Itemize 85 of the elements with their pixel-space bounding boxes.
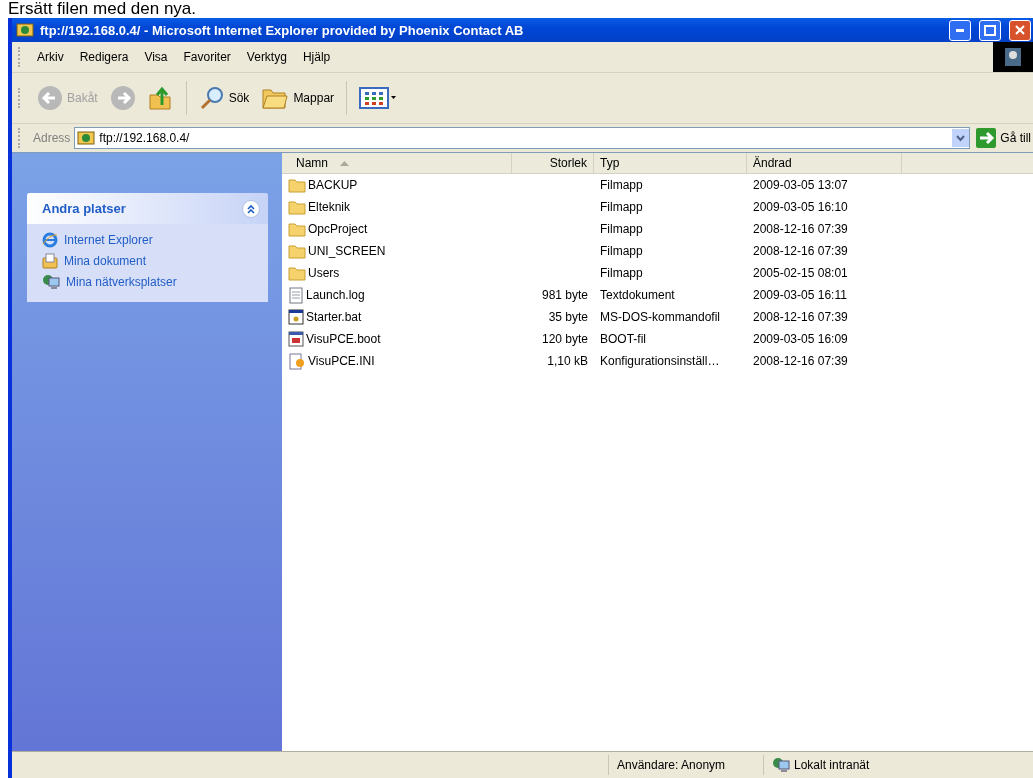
e-globe-icon [42,232,58,248]
type-cell-text: MS-DOS-kommandofil [599,310,722,324]
size-cell-text: 1,10 kB [546,354,589,368]
folders-icon [261,86,290,110]
folder-icon [288,265,306,281]
file-name[interactable]: Launch.log [282,286,512,304]
size-cell-text: 35 byte [547,310,589,324]
size-cell-text: 120 byte [540,332,589,346]
window-file-icon [288,331,304,347]
menu-item[interactable]: Visa [136,50,176,64]
date-cell-text: 2009-03-05 16:11 [752,288,848,302]
globe-folder-icon [77,130,96,146]
window-file-icon [288,309,304,325]
search-icon [198,85,225,111]
column-header[interactable]: Typ [594,153,747,173]
user-status: Användare: Anonym [608,755,763,775]
folder-icon [288,199,306,215]
type-cell-text: Konfigurationsinställ… [599,354,721,368]
file-name[interactable]: UNI_SCREEN [282,243,512,259]
menu-item[interactable]: Hjälp [294,50,339,64]
window-title: ftp://192.168.0.4/ - Microsoft Internet Explorer provided by Phoenix Contact AB [40,22,525,38]
type-cell-text: BOOT-fil [599,332,647,346]
minimize-icon [956,28,964,32]
close-button[interactable] [1009,19,1031,41]
menu-item[interactable]: Redigera [71,50,137,64]
date-cell-text: 2005-02-15 08:01 [752,266,849,280]
maximize-icon [984,24,996,36]
network-computer-icon [772,757,790,773]
date-cell-text: 2008-12-16 07:39 [752,222,849,236]
type-cell-text: Filmapp [599,244,644,258]
menu-item[interactable]: Arkiv [29,50,72,64]
text-file-icon [288,286,304,304]
network-computer-icon [42,274,60,290]
file-name[interactable]: Starter.bat [282,309,512,325]
column-header[interactable]: Ändrad [747,153,902,173]
close-icon [1015,25,1025,35]
folder-icon [288,221,306,237]
file-name[interactable]: VisuPCE.INI [282,352,512,370]
caption-text: Ersätt filen med den nya. [7,0,198,18]
size-cell-text: 981 byte [540,288,589,302]
address-label: Adress [33,131,71,145]
date-cell-text: 2009-03-05 16:09 [752,332,849,346]
date-cell-text: 2009-03-05 13:07 [752,178,849,192]
right-arrow-icon [976,128,997,148]
type-cell-text: Filmapp [599,200,644,214]
folder-icon [288,243,306,259]
chevron-icon [246,203,256,214]
documents-folder-icon [42,253,58,269]
maximize-button[interactable] [979,19,1001,41]
views-grid-icon [359,86,398,110]
type-cell-text: Filmapp [599,178,644,192]
folder-up-arrow-icon [147,85,174,111]
sidebar-link[interactable]: Internet Explorer [42,232,256,248]
sort-up-icon [340,160,349,166]
zone-status: Lokalt intranät [763,755,913,775]
panel-title: Andra platser [42,201,126,216]
p-logo-icon [1004,47,1022,67]
sidebar-link[interactable]: Mina dokument [42,253,256,269]
sidebar-link[interactable]: Mina nätverksplatser [42,274,256,290]
type-cell-text: Filmapp [599,266,644,280]
menu-item[interactable]: Favoriter [175,50,239,64]
file-name[interactable]: VisuPCE.boot [282,331,512,347]
go-button[interactable]: Gå till [974,128,1033,148]
search-button[interactable]: Sök [194,83,254,113]
date-cell-text: 2008-12-16 07:39 [752,244,849,258]
column-header[interactable]: Namn [282,153,512,173]
settings-file-icon [288,352,306,370]
date-cell-text: 2008-12-16 07:39 [752,354,849,368]
type-cell-text: Textdokument [599,288,676,302]
collapse-button[interactable] [242,199,260,218]
file-name[interactable]: Users [282,265,512,281]
globe-folder-icon [16,22,34,38]
type-cell-text: Filmapp [599,222,644,236]
dropdown-icon[interactable] [952,129,970,147]
address-field[interactable]: ftp://192.168.0.4/ [74,127,971,149]
folders-button[interactable]: Mappar [257,84,339,112]
menu-item[interactable]: Verktyg [238,50,295,64]
file-name[interactable]: Elteknik [282,199,512,215]
folder-icon [288,177,306,193]
column-header[interactable]: Storlek [512,153,594,173]
file-name[interactable]: BACKUP [282,177,512,193]
date-cell-text: 2008-12-16 07:39 [752,310,849,324]
file-name[interactable]: OpcProject [282,221,512,237]
minimize-button[interactable] [949,19,971,41]
date-cell-text: 2009-03-05 16:10 [752,200,849,214]
